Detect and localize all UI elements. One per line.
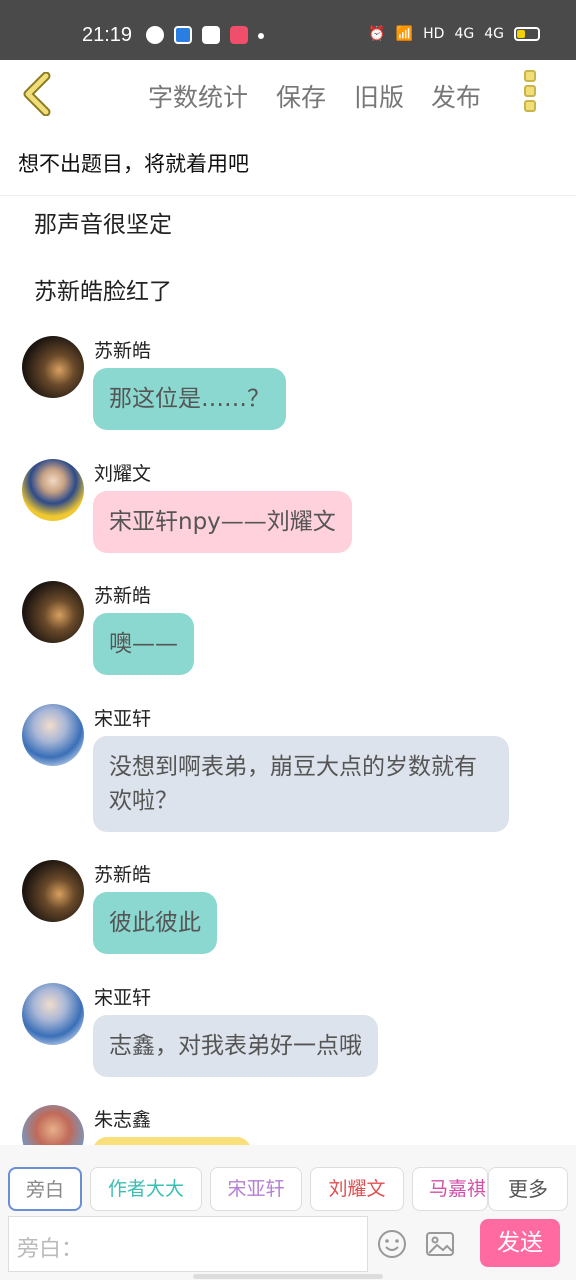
character-chip-author[interactable]: 作者大大	[90, 1167, 202, 1211]
image-icon[interactable]	[425, 1229, 455, 1259]
character-chip-narrator[interactable]: 旁白	[8, 1167, 82, 1211]
signal-4g-label: 4G	[454, 26, 475, 42]
message-input-row: 旁白： 发送	[0, 1215, 576, 1280]
more-menu-icon[interactable]	[522, 70, 538, 118]
message-bubble[interactable]	[93, 1137, 251, 1145]
avatar[interactable]	[22, 983, 84, 1045]
narration-line: 那声音很坚定	[34, 212, 172, 238]
notification-dot-icon	[258, 33, 264, 39]
message-bubble[interactable]: 噢——	[93, 613, 194, 675]
back-arrow-icon[interactable]	[18, 72, 58, 116]
old-version-button[interactable]: 旧版	[354, 78, 404, 114]
input-placeholder: 旁白：	[17, 1237, 84, 1262]
wifi-icon: 📶	[395, 26, 414, 42]
speaker-name: 朱志鑫	[94, 1109, 152, 1131]
message-bubble[interactable]: 那这位是……？	[93, 368, 286, 430]
avatar[interactable]	[22, 704, 84, 766]
speaker-name: 宋亚轩	[94, 708, 152, 730]
avatar[interactable]	[22, 1105, 84, 1145]
character-chip-liu-yaowen[interactable]: 刘耀文	[310, 1167, 404, 1211]
network-label: HD	[423, 26, 445, 42]
message-bubble[interactable]: 没想到啊表弟，崩豆大点的岁数就有欢啦？	[93, 736, 509, 832]
speaker-name: 苏新皓	[94, 340, 152, 362]
character-chip-ma-jiaqi[interactable]: 马嘉祺	[412, 1167, 488, 1211]
character-selector: 旁白 作者大大 宋亚轩 刘耀文 马嘉祺 更多	[0, 1145, 576, 1215]
more-characters-button[interactable]: 更多	[488, 1167, 568, 1211]
signal-4g-label-2: 4G	[484, 26, 504, 42]
story-title[interactable]: 想不出题目，将就着用吧	[18, 148, 249, 178]
home-indicator[interactable]	[193, 1274, 383, 1279]
character-chip-song-yaxuan[interactable]: 宋亚轩	[210, 1167, 302, 1211]
avatar[interactable]	[22, 459, 84, 521]
word-count-button[interactable]: 字数统计	[148, 78, 248, 114]
message-input[interactable]: 旁白：	[8, 1216, 368, 1272]
app-icon-red	[202, 26, 220, 44]
emoji-icon[interactable]	[377, 1229, 407, 1259]
message-bubble[interactable]: 宋亚轩npy——刘耀文	[93, 491, 352, 553]
battery-icon	[514, 27, 540, 41]
save-button[interactable]: 保存	[276, 78, 326, 114]
message-bubble[interactable]: 志鑫，对我表弟好一点哦	[93, 1015, 378, 1077]
speaker-name: 刘耀文	[94, 463, 152, 485]
chat-content[interactable]: 那声音很坚定 苏新皓脸红了 苏新皓 那这位是……？ 刘耀文 宋亚轩npy——刘耀…	[0, 197, 576, 1145]
app-icon-blue	[174, 26, 192, 44]
video-app-icon	[230, 26, 248, 44]
story-title-bar[interactable]: 想不出题目，将就着用吧	[0, 128, 576, 196]
wechat-icon	[146, 26, 164, 44]
status-bar: 21:19 ⏰ 📶 HD 4G 4G	[0, 0, 576, 60]
avatar[interactable]	[22, 860, 84, 922]
avatar[interactable]	[22, 336, 84, 398]
narration-line: 苏新皓脸红了	[34, 279, 172, 305]
status-time: 21:19	[82, 24, 133, 46]
avatar[interactable]	[22, 581, 84, 643]
top-toolbar: 字数统计 保存 旧版 发布	[0, 60, 576, 128]
publish-button[interactable]: 发布	[431, 78, 481, 114]
speaker-name: 苏新皓	[94, 864, 152, 886]
alarm-icon: ⏰	[368, 26, 386, 42]
send-button[interactable]: 发送	[480, 1219, 560, 1267]
speaker-name: 苏新皓	[94, 585, 152, 607]
speaker-name: 宋亚轩	[94, 987, 152, 1009]
message-bubble[interactable]: 彼此彼此	[93, 892, 217, 954]
